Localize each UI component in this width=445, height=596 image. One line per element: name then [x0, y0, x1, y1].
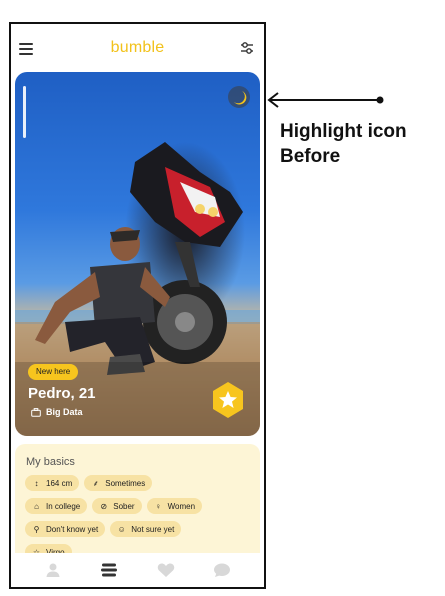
star-hexagon-icon[interactable]: [211, 381, 245, 419]
height-icon: ↕: [34, 478, 39, 488]
chip-smoking: ⊘ Sober: [92, 498, 142, 514]
chip-label: Don't know yet: [46, 524, 99, 534]
chat-icon[interactable]: [212, 560, 232, 580]
chip-gender: ♀ Women: [146, 498, 203, 514]
discover-icon[interactable]: [99, 560, 119, 580]
chip-label: Not sure yet: [131, 524, 175, 534]
chip-label: 164 cm: [46, 478, 73, 488]
chip-label: Women: [167, 501, 196, 511]
profile-name-age: Pedro, 21: [28, 385, 96, 402]
chip-looking-for: ⚲ Don't know yet: [25, 521, 106, 537]
profile-photo-card[interactable]: New here Pedro, 21 Big Data: [15, 72, 260, 436]
education-icon: ⌂: [34, 501, 39, 511]
no-smoking-icon: ⊘: [100, 501, 108, 511]
new-here-badge: New here: [28, 364, 79, 380]
annotation-line-2: Before: [280, 146, 341, 167]
briefcase-icon: [31, 407, 41, 417]
my-basics-title: My basics: [26, 456, 75, 468]
phone-frame: bumble New here Pedro, 21 Big Data My ba…: [9, 22, 266, 589]
photo-progress-indicator: [23, 86, 26, 138]
bottom-nav-bar: [11, 553, 264, 587]
top-bar: bumble: [11, 24, 264, 72]
profile-job: Big Data: [31, 407, 83, 417]
gender-icon: ♀: [155, 501, 162, 511]
annotation-arrow: [267, 92, 384, 108]
smile-icon: ☺: [117, 524, 126, 534]
profile-job-label: Big Data: [46, 407, 83, 417]
chip-label: Sober: [113, 501, 135, 511]
profile-icon[interactable]: [43, 560, 63, 580]
annotation-line-1: Highlight icon: [280, 121, 407, 142]
chip-drinking: ⸙ Sometimes: [84, 475, 153, 491]
search-icon: ⚲: [33, 524, 40, 534]
chip-education: ⌂ In college: [25, 498, 88, 514]
chip-label: In college: [46, 501, 81, 511]
chip-kids: ☺ Not sure yet: [110, 521, 182, 537]
drink-icon: ⸙: [92, 478, 99, 488]
chip-label: Sometimes: [105, 478, 146, 488]
chip-height: ↕ 164 cm: [25, 475, 80, 491]
likes-heart-icon[interactable]: [156, 560, 176, 580]
annotation-label: Highlight icon Before: [280, 119, 445, 169]
app-logo: bumble: [110, 39, 165, 56]
filter-sliders-icon[interactable]: [239, 40, 255, 56]
moon-highlight-icon[interactable]: [228, 86, 250, 108]
